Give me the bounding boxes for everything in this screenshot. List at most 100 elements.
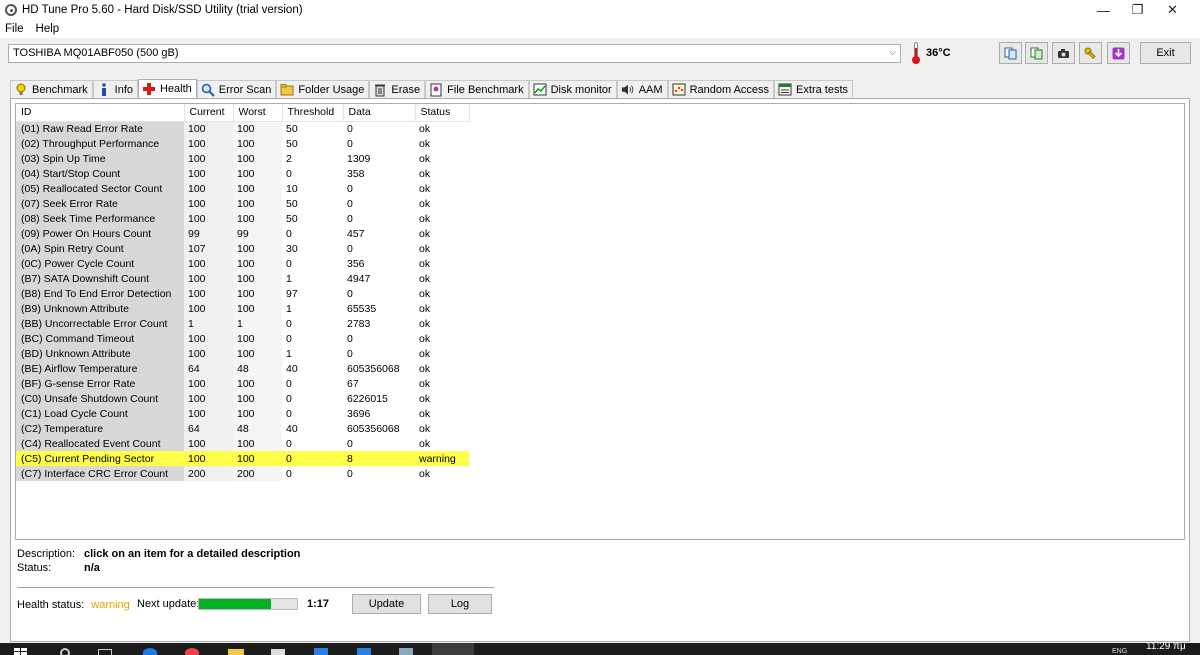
- current-value: 1: [184, 316, 233, 331]
- search-icon[interactable]: [60, 648, 70, 655]
- edge-browser-icon[interactable]: [143, 648, 157, 655]
- tab-health[interactable]: Health: [138, 79, 197, 98]
- worst-value: 100: [233, 241, 282, 256]
- table-row[interactable]: (C1) Load Cycle Count 100 100 0 3696 ok: [16, 406, 469, 421]
- exit-button[interactable]: Exit: [1140, 42, 1191, 64]
- worst-value: 100: [233, 376, 282, 391]
- column-header-current[interactable]: Current: [184, 104, 234, 122]
- table-row[interactable]: (BC) Command Timeout 100 100 0 0 ok: [16, 331, 469, 346]
- worst-value: 100: [233, 286, 282, 301]
- table-row[interactable]: (0A) Spin Retry Count 107 100 30 0 ok: [16, 241, 469, 256]
- table-row[interactable]: (0C) Power Cycle Count 100 100 0 356 ok: [16, 256, 469, 271]
- attribute-status: ok: [419, 257, 431, 270]
- taskbar-clock[interactable]: 11:29 πμ: [1146, 643, 1186, 652]
- tab-aam[interactable]: AAM: [616, 80, 668, 98]
- raw-data: 0: [347, 197, 353, 210]
- separator: [17, 587, 494, 589]
- copy-info-button[interactable]: [1025, 42, 1048, 64]
- save-button[interactable]: [1107, 42, 1130, 64]
- threshold-value: 30: [286, 242, 298, 255]
- tab-random-access[interactable]: Random Access: [667, 80, 775, 98]
- table-row[interactable]: (C4) Reallocated Event Count 100 100 0 0 ok: [16, 436, 469, 451]
- log-button[interactable]: Log: [428, 594, 492, 614]
- drive-select[interactable]: TOSHIBA MQ01ABF050 (500 gB) ⌵: [8, 44, 901, 63]
- column-header-worst[interactable]: Worst: [233, 104, 283, 122]
- tab-extra-tests[interactable]: Extra tests: [774, 80, 854, 98]
- app-icon-gray[interactable]: [399, 648, 413, 655]
- tab-file-benchmark[interactable]: File Benchmark: [425, 80, 529, 98]
- attribute-id: (BC) Command Timeout: [16, 331, 184, 346]
- random-access-icon: [672, 83, 686, 97]
- tab-erase[interactable]: Erase: [369, 80, 426, 98]
- attribute-status: ok: [419, 212, 431, 225]
- table-body: (01) Raw Read Error Rate 100 100 50 0 ok (02) …: [16, 121, 469, 481]
- tab-disk-monitor[interactable]: Disk monitor: [528, 80, 617, 98]
- menu-file[interactable]: File: [0, 23, 30, 35]
- tab-strip: Benchmark Info Health Error Scan Folder Usag…: [10, 79, 854, 98]
- attribute-status: ok: [419, 197, 431, 210]
- hdtune-taskbar-button[interactable]: [432, 643, 474, 655]
- attribute-id: (BF) G-sense Error Rate: [16, 376, 184, 391]
- worst-value: 100: [233, 166, 282, 181]
- temperature-display: 36°C: [912, 42, 951, 64]
- screenshot-button[interactable]: [1052, 42, 1075, 64]
- table-row[interactable]: (BE) Airflow Temperature 64 48 40 605356068 o…: [16, 361, 469, 376]
- table-row[interactable]: (C7) Interface CRC Error Count 200 200 0 0 ok: [16, 466, 469, 481]
- table-row[interactable]: (B9) Unknown Attribute 100 100 1 65535 ok: [16, 301, 469, 316]
- column-header-data[interactable]: Data: [343, 104, 416, 122]
- tab-folder-usage[interactable]: Folder Usage: [276, 80, 370, 98]
- raw-data: 0: [347, 437, 353, 450]
- options-button[interactable]: [1079, 42, 1102, 64]
- worst-value: 100: [233, 451, 282, 466]
- attribute-id: (09) Power On Hours Count: [16, 226, 184, 241]
- table-row[interactable]: (05) Reallocated Sector Count 100 100 10 0 ok: [16, 181, 469, 196]
- task-view-icon[interactable]: [98, 649, 112, 655]
- table-row[interactable]: (B7) SATA Downshift Count 100 100 1 4947 ok: [16, 271, 469, 286]
- attribute-id: (C0) Unsafe Shutdown Count: [16, 391, 184, 406]
- folder-icon: [280, 83, 294, 97]
- column-header-id[interactable]: ID: [16, 104, 185, 122]
- column-header-threshold[interactable]: Threshold: [282, 104, 344, 122]
- table-row[interactable]: (02) Throughput Performance 100 100 50 0 ok: [16, 136, 469, 151]
- dropbox-icon[interactable]: [357, 648, 371, 655]
- tab-info[interactable]: Info: [92, 80, 138, 98]
- table-row[interactable]: (B8) End To End Error Detection 100 100 97 0…: [16, 286, 469, 301]
- attribute-id: (BE) Airflow Temperature: [16, 361, 184, 376]
- next-update-time: 1:17: [307, 598, 330, 610]
- table-row[interactable]: (C0) Unsafe Shutdown Count 100 100 0 6226015…: [16, 391, 469, 406]
- app-icon-blue[interactable]: [314, 648, 328, 655]
- tab-benchmark[interactable]: Benchmark: [10, 80, 93, 98]
- table-row[interactable]: (C5) Current Pending Sector 100 100 0 8 warni…: [16, 451, 469, 466]
- attribute-status: ok: [419, 407, 431, 420]
- next-update-label: Next update:: [137, 598, 200, 610]
- menu-help[interactable]: Help: [30, 23, 66, 35]
- smart-attributes-list[interactable]: ID Current Worst Threshold Data Status (…: [15, 103, 1185, 540]
- table-row[interactable]: (BF) G-sense Error Rate 100 100 0 67 ok: [16, 376, 469, 391]
- table-row[interactable]: (01) Raw Read Error Rate 100 100 50 0 ok: [16, 121, 469, 136]
- table-row[interactable]: (BB) Uncorrectable Error Count 1 1 0 2783 ok: [16, 316, 469, 331]
- raw-data: 1309: [347, 152, 371, 165]
- table-row[interactable]: (07) Seek Error Rate 100 100 50 0 ok: [16, 196, 469, 211]
- table-row[interactable]: (09) Power On Hours Count 99 99 0 457 ok: [16, 226, 469, 241]
- update-button[interactable]: Update: [352, 594, 421, 614]
- table-row[interactable]: (08) Seek Time Performance 100 100 50 0 ok: [16, 211, 469, 226]
- table-row[interactable]: (04) Start/Stop Count 100 100 0 358 ok: [16, 166, 469, 181]
- copy-text-button[interactable]: [999, 42, 1022, 64]
- windows-start-icon[interactable]: [14, 648, 28, 655]
- file-explorer-icon[interactable]: [228, 649, 244, 655]
- trash-icon: [373, 83, 387, 97]
- worst-value: 48: [233, 361, 282, 376]
- table-row[interactable]: (BD) Unknown Attribute 100 100 1 0 ok: [16, 346, 469, 361]
- close-button[interactable]: ✕: [1150, 0, 1195, 20]
- language-indicator[interactable]: ENG: [1112, 648, 1127, 655]
- column-header-status[interactable]: Status: [415, 104, 470, 122]
- threshold-value: 2: [286, 152, 292, 165]
- next-update-progress-bar: [198, 598, 298, 610]
- store-icon[interactable]: [271, 649, 285, 655]
- table-row[interactable]: (C2) Temperature 64 48 40 605356068 ok: [16, 421, 469, 436]
- attribute-status: warning: [415, 451, 469, 466]
- chrome-icon[interactable]: [185, 648, 199, 655]
- tab-error-scan[interactable]: Error Scan: [196, 80, 277, 98]
- table-row[interactable]: (03) Spin Up Time 100 100 2 1309 ok: [16, 151, 469, 166]
- error-scan-icon: [201, 83, 215, 97]
